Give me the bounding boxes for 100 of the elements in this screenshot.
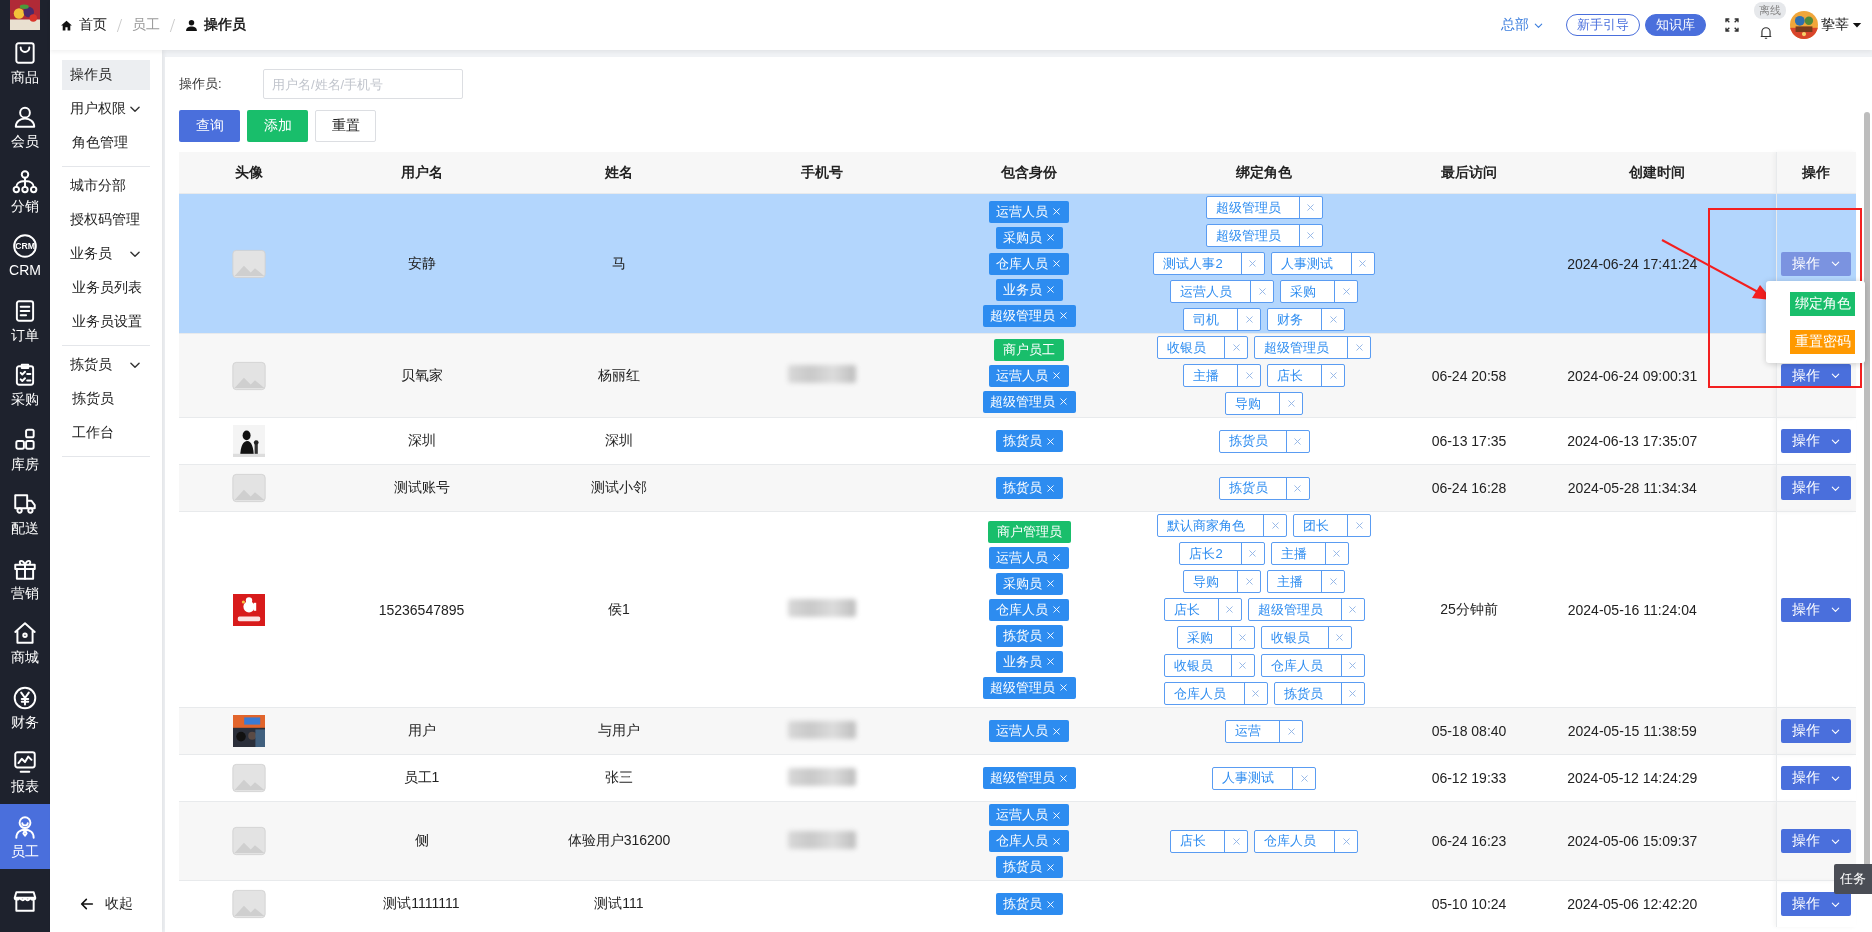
column-header: 创建时间 bbox=[1539, 152, 1776, 194]
table-cell: 2024-06-24 17:41:24 bbox=[1567, 255, 1698, 272]
person-icon bbox=[185, 18, 198, 32]
table-cell: 2024-05-06 12:42:20 bbox=[1567, 896, 1698, 912]
identity-tag: 商户管理员 bbox=[987, 520, 1071, 543]
close-icon bbox=[1298, 772, 1310, 784]
close-icon bbox=[1256, 286, 1268, 297]
close-icon bbox=[1044, 898, 1056, 910]
role-tag: 导购 bbox=[1183, 570, 1261, 593]
rail-menu-item[interactable]: 员工 bbox=[0, 804, 50, 869]
rail-menu-item[interactable]: 采购 bbox=[0, 352, 50, 417]
table-cell: 测试1111111 bbox=[319, 880, 524, 927]
home-icon bbox=[60, 18, 73, 32]
nav-item[interactable]: 拣货员 bbox=[62, 384, 150, 414]
chevron-down-icon bbox=[1829, 604, 1841, 615]
close-icon bbox=[1044, 630, 1056, 641]
nav-item[interactable]: 城市分部 bbox=[62, 171, 150, 201]
rail-menu-item[interactable]: 财务 bbox=[0, 675, 50, 740]
knowledge-base-button[interactable]: 知识库 bbox=[1645, 14, 1706, 36]
close-icon bbox=[1224, 604, 1235, 615]
nav-item[interactable]: 业务员列表 bbox=[62, 273, 150, 303]
close-icon bbox=[1237, 660, 1248, 671]
column-header: 手机号 bbox=[714, 152, 929, 194]
identity-tag: 仓库人员 bbox=[989, 598, 1069, 621]
close-icon bbox=[1044, 435, 1056, 447]
rail-menu-item[interactable]: CRM CRM bbox=[0, 223, 50, 288]
rail-menu-item[interactable]: 营销 bbox=[0, 546, 50, 611]
task-tab[interactable]: 任务 bbox=[1834, 864, 1872, 894]
rail-menu-item[interactable]: 分销 bbox=[0, 159, 50, 224]
action-dropdown-button[interactable]: 操作 bbox=[1781, 429, 1852, 453]
person-icon bbox=[12, 104, 38, 131]
table-cell: 05-18 08:40 bbox=[1431, 723, 1507, 739]
action-dropdown-button[interactable]: 操作 bbox=[1781, 719, 1852, 743]
role-tag: 仓库人员 bbox=[1260, 654, 1365, 677]
table-cell: 2024-05-28 11:34:34 bbox=[1567, 480, 1697, 496]
nav-group[interactable]: 拣货员 bbox=[62, 350, 150, 380]
nav-item[interactable]: 工作台 bbox=[62, 418, 150, 448]
table-cell: 杨丽红 bbox=[524, 333, 714, 418]
guide-button[interactable]: 新手引导 bbox=[1566, 14, 1640, 36]
close-icon bbox=[1051, 258, 1062, 269]
close-icon bbox=[1292, 435, 1303, 447]
nav-item[interactable]: 授权码管理 bbox=[62, 205, 150, 235]
nav-item[interactable]: 业务员设置 bbox=[62, 307, 150, 337]
close-icon bbox=[1269, 520, 1281, 531]
chart-icon bbox=[12, 749, 38, 776]
role-tag: 主播 bbox=[1270, 542, 1349, 565]
table-cell: 2024-05-06 15:09:37 bbox=[1567, 833, 1698, 849]
query-button[interactable]: 查询 bbox=[179, 110, 240, 142]
table-cell: 测试111 bbox=[524, 880, 714, 927]
breadcrumb-item[interactable]: 首页 bbox=[79, 16, 107, 34]
table-cell: 测试小邻 bbox=[524, 464, 714, 512]
rail-menu-item[interactable]: 商城 bbox=[0, 610, 50, 675]
action-dropdown-button[interactable]: 操作 bbox=[1781, 476, 1852, 500]
action-dropdown-button[interactable]: 操作 bbox=[1781, 829, 1852, 853]
role-tag: 仓库人员 bbox=[1254, 829, 1358, 853]
identity-tag: 业务员 bbox=[995, 650, 1063, 673]
rail-menu-item[interactable]: 商品 bbox=[0, 30, 50, 95]
nav-item[interactable]: 操作员 bbox=[62, 60, 150, 90]
role-tag: 店长2 bbox=[1179, 542, 1265, 565]
role-tag: 超级管理员 bbox=[1247, 598, 1365, 621]
action-dropdown-button[interactable]: 操作 bbox=[1781, 363, 1852, 388]
rail-menu-item[interactable]: 报表 bbox=[0, 739, 50, 804]
action-dropdown-button[interactable]: 操作 bbox=[1781, 597, 1852, 622]
table-cell: 2024-06-24 09:00:31 bbox=[1567, 367, 1698, 384]
close-icon bbox=[1285, 725, 1297, 737]
shopping-bag-icon bbox=[12, 39, 38, 66]
close-icon bbox=[1285, 398, 1297, 409]
rail-menu-item[interactable]: 订单 bbox=[0, 288, 50, 353]
close-icon bbox=[1347, 604, 1358, 615]
identity-tag: 超级管理员 bbox=[982, 304, 1076, 327]
table-cell: 体验用户316200 bbox=[524, 801, 714, 881]
table-cell: 25分钟前 bbox=[1440, 600, 1498, 617]
close-icon bbox=[1353, 520, 1365, 531]
close-icon bbox=[1051, 725, 1062, 737]
rail-menu-item[interactable]: 配送 bbox=[0, 481, 50, 546]
nav-item[interactable]: 角色管理 bbox=[62, 128, 150, 158]
close-icon bbox=[1051, 809, 1062, 821]
role-tag: 主播 bbox=[1267, 570, 1345, 593]
action-dropdown-button[interactable]: 操作 bbox=[1781, 766, 1852, 790]
user-name[interactable]: 挚莘 bbox=[1821, 16, 1849, 34]
identity-tag: 拣货员 bbox=[995, 624, 1063, 647]
search-field[interactable]: 用户名/姓名/手机号 bbox=[263, 69, 463, 99]
action-dropdown-button[interactable]: 操作 bbox=[1781, 892, 1852, 916]
table-cell: 用户 bbox=[319, 707, 524, 755]
identity-tag: 商户员工 bbox=[994, 338, 1064, 361]
nav-group[interactable]: 用户权限 bbox=[62, 94, 150, 124]
identity-tag: 拣货员 bbox=[995, 893, 1063, 915]
rail-menu-item[interactable]: 库房 bbox=[0, 417, 50, 482]
collapse-button[interactable]: 收起 bbox=[50, 876, 162, 932]
column-header: 包含身份 bbox=[929, 152, 1129, 194]
fullscreen-icon bbox=[1724, 17, 1740, 33]
identity-tag: 仓库人员 bbox=[989, 252, 1069, 275]
identity-tag: 超级管理员 bbox=[982, 767, 1076, 789]
staff-person-icon bbox=[12, 813, 38, 840]
rail-menu-item[interactable]: 会员 bbox=[0, 94, 50, 159]
org-switcher[interactable]: 总部 bbox=[1501, 16, 1544, 34]
reset-button[interactable]: 重置 bbox=[315, 110, 376, 142]
image-placeholder-icon bbox=[232, 360, 266, 391]
nav-group[interactable]: 业务员 bbox=[62, 239, 150, 269]
table-cell: 2024-06-13 17:35:07 bbox=[1567, 433, 1698, 449]
